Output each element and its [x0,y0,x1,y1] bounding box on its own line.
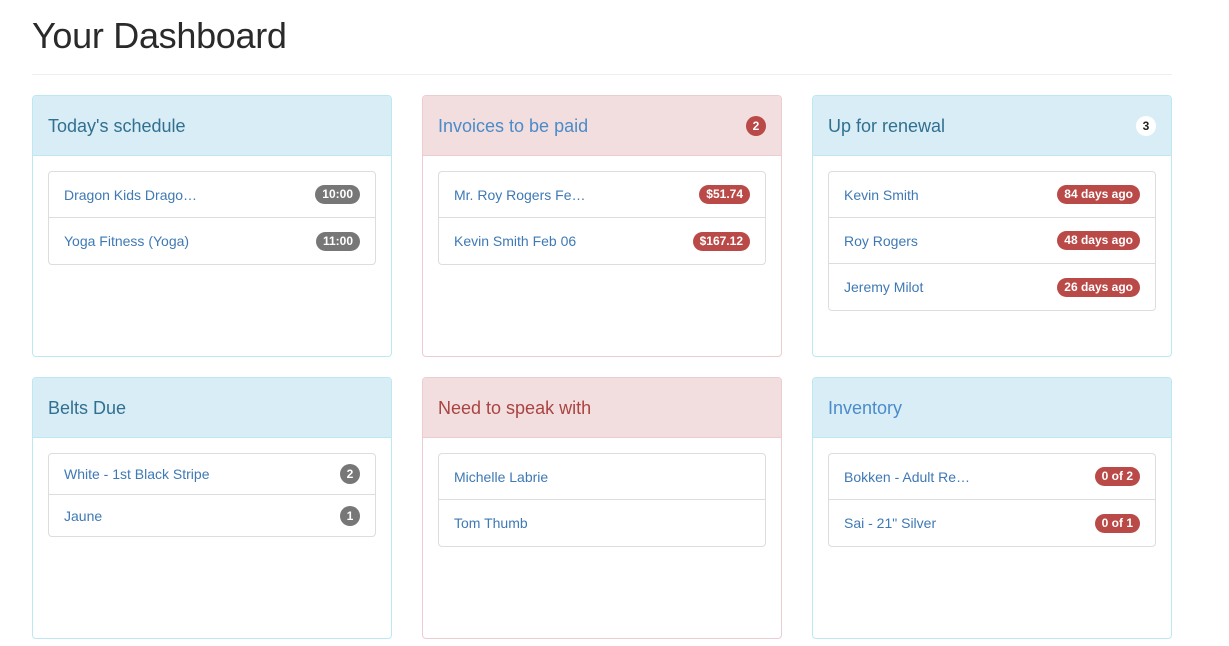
panel-title-renewal: Up for renewal [828,115,946,136]
list-item[interactable]: Sai - 21" Silver 0 of 1 [829,500,1155,546]
contact-link[interactable]: Tom Thumb [454,515,528,531]
amount-badge: $167.12 [692,231,750,251]
count-badge: 3 [1136,115,1156,136]
list-item[interactable]: White - 1st Black Stripe 2 [49,454,375,495]
renewal-list: Kevin Smith 84 days ago Roy Rogers 48 da… [828,171,1156,311]
schedule-list: Dragon Kids Drago… 10:00 Yoga Fitness (Y… [48,171,376,265]
speak-list: Michelle Labrie Tom Thumb [438,453,766,547]
panel-heading: Need to speak with [423,378,781,438]
list-item[interactable]: Tom Thumb [439,500,765,546]
count-badge: 2 [340,464,360,484]
panel-heading: Inventory [813,378,1171,438]
list-item[interactable]: Mr. Roy Rogers Fe… $51.74 [439,172,765,218]
invoices-list: Mr. Roy Rogers Fe… $51.74 Kevin Smith Fe… [438,171,766,265]
panel-up-for-renewal: Up for renewal 3 Kevin Smith 84 days ago… [812,95,1172,357]
panel-title-schedule: Today's schedule [48,115,186,136]
panel-need-to-speak-with: Need to speak with Michelle Labrie Tom T… [422,377,782,639]
page-title: Your Dashboard [32,15,287,56]
list-item[interactable]: Michelle Labrie [439,454,765,500]
panel-title-invoices[interactable]: Invoices to be paid [438,115,588,137]
count-badge: 1 [340,505,360,526]
class-link[interactable]: Dragon Kids Drago… [64,187,197,203]
amount-badge: $51.74 [699,185,750,204]
list-item[interactable]: Bokken - Adult Re… 0 of 2 [829,454,1155,500]
list-item[interactable]: Dragon Kids Drago… 10:00 [49,172,375,218]
panel-title-belts: Belts Due [48,397,127,418]
invoice-link[interactable]: Mr. Roy Rogers Fe… [454,187,585,203]
panel-heading: Invoices to be paid 2 [423,96,781,156]
panel-invoices: Invoices to be paid 2 Mr. Roy Rogers Fe…… [422,95,782,357]
belt-link[interactable]: Jaune [64,508,102,524]
panel-title-speak: Need to speak with [438,397,592,418]
member-link[interactable]: Kevin Smith [844,187,919,203]
stock-badge: 0 of 2 [1094,467,1140,486]
stock-badge: 0 of 1 [1094,513,1140,533]
title-divider [32,74,1172,75]
list-item[interactable]: Jeremy Milot 26 days ago [829,264,1155,310]
invoice-link[interactable]: Kevin Smith Feb 06 [454,233,576,249]
list-item[interactable]: Yoga Fitness (Yoga) 11:00 [49,218,375,264]
class-link[interactable]: Yoga Fitness (Yoga) [64,233,189,249]
list-item[interactable]: Roy Rogers 48 days ago [829,218,1155,264]
inventory-list: Bokken - Adult Re… 0 of 2 Sai - 21" Silv… [828,453,1156,547]
time-badge: 10:00 [315,185,360,204]
list-item[interactable]: Kevin Smith 84 days ago [829,172,1155,218]
list-item[interactable]: Kevin Smith Feb 06 $167.12 [439,218,765,264]
count-badge: 2 [746,115,766,136]
panel-title-inventory[interactable]: Inventory [828,397,902,419]
panel-heading: Up for renewal 3 [813,96,1171,156]
panel-inventory: Inventory Bokken - Adult Re… 0 of 2 Sai … [812,377,1172,639]
belt-link[interactable]: White - 1st Black Stripe [64,466,210,482]
days-ago-badge: 48 days ago [1057,231,1140,250]
list-item[interactable]: Jaune 1 [49,495,375,536]
product-link[interactable]: Bokken - Adult Re… [844,469,970,485]
panel-todays-schedule: Today's schedule Dragon Kids Drago… 10:0… [32,95,392,357]
time-badge: 11:00 [315,231,360,251]
days-ago-badge: 26 days ago [1057,277,1140,297]
belts-list: White - 1st Black Stripe 2 Jaune 1 [48,453,376,537]
panel-heading: Today's schedule [33,96,391,156]
contact-link[interactable]: Michelle Labrie [454,469,548,485]
panel-heading: Belts Due [33,378,391,438]
product-link[interactable]: Sai - 21" Silver [844,515,936,531]
panel-belts-due: Belts Due White - 1st Black Stripe 2 Jau… [32,377,392,639]
member-link[interactable]: Roy Rogers [844,233,918,249]
member-link[interactable]: Jeremy Milot [844,279,923,295]
days-ago-badge: 84 days ago [1057,185,1140,204]
